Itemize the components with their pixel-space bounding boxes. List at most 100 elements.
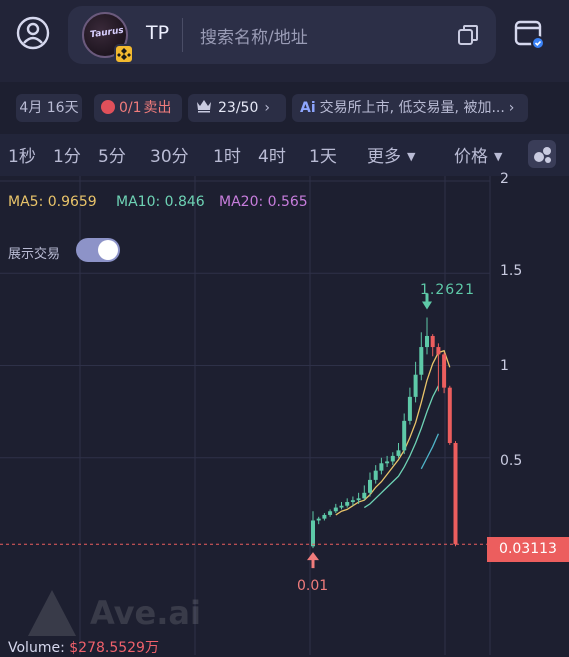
timeframe-1d[interactable]: 1天 — [309, 142, 337, 167]
candle — [339, 502, 344, 510]
candle — [328, 509, 333, 517]
candles — [311, 317, 458, 549]
candle-body — [316, 518, 321, 521]
search-input[interactable]: 搜索名称/地址 — [200, 23, 308, 48]
price-label: 价格 — [454, 147, 488, 167]
user-icon[interactable] — [16, 16, 50, 50]
sell-label: 卖出 — [143, 100, 172, 116]
chart-grid — [0, 176, 491, 655]
timeframe-bar: 1秒 1分 5分 30分 1时 4时 1天 更多 ▼ 价格 ▼ — [0, 134, 569, 176]
ma5-indicator: MA5: 0.9659 — [8, 194, 97, 210]
candle-body — [311, 520, 315, 547]
ai-summary-pill[interactable]: Ai 交易所上市, 低交易量, 被加... › — [292, 94, 528, 122]
token-age-pill[interactable]: 4月 16天 — [16, 94, 82, 122]
sell-count: 0/1 — [119, 100, 142, 116]
timeframe-5m[interactable]: 5分 — [98, 142, 126, 167]
candle-body — [442, 354, 447, 388]
search-box[interactable]: Taurus TP 搜索名称/地址 — [68, 6, 496, 64]
money-bag-icon — [101, 100, 115, 114]
volume-label: Volume: — [8, 640, 70, 656]
ma10-line — [363, 385, 439, 509]
candle — [373, 465, 378, 484]
candle-body — [328, 511, 333, 515]
candle-body — [345, 502, 350, 506]
current-price-tag: 0.03113 — [487, 537, 569, 562]
candle — [419, 332, 424, 381]
y-tick-label: 1 — [500, 358, 509, 374]
y-tick-label: 0.5 — [500, 453, 523, 469]
candle-body — [362, 492, 367, 499]
candle — [436, 343, 441, 392]
candle-body — [322, 514, 327, 519]
token-logo: Taurus — [82, 12, 134, 64]
candle-body — [407, 396, 412, 421]
more-label: 更多 — [367, 147, 401, 167]
token-logo-text: Taurus — [89, 25, 125, 41]
show-trades-label: 展示交易 — [8, 247, 61, 262]
y-tick-label: 2 — [500, 171, 509, 187]
candle — [413, 361, 418, 403]
candle-body — [390, 455, 395, 462]
wallet-icon[interactable] — [514, 18, 546, 50]
caret-down-icon: ▼ — [407, 150, 416, 163]
ai-summary-text: 交易所上市, 低交易量, 被加... — [319, 100, 505, 116]
candle — [379, 457, 384, 475]
ma20-indicator: MA20: 0.565 — [219, 194, 308, 210]
candle — [316, 516, 321, 525]
candle-body — [419, 347, 424, 375]
candle-body — [436, 347, 441, 355]
candle — [396, 442, 401, 458]
candle-body — [396, 450, 401, 456]
ave-logo-icon — [28, 590, 76, 636]
show-trades-toggle[interactable] — [76, 238, 120, 262]
candle — [425, 317, 429, 355]
copy-icon[interactable] — [456, 23, 480, 47]
toggle-knob — [98, 240, 118, 260]
sell-status-pill[interactable]: 0/1 卖出 — [94, 94, 182, 122]
candle-body — [385, 461, 390, 464]
divider — [182, 18, 183, 52]
volume-readout: Volume: $278.5529万 — [8, 637, 159, 657]
candle — [442, 352, 447, 394]
token-symbol: TP — [146, 22, 170, 44]
ma10-indicator: MA10: 0.846 — [116, 194, 205, 210]
timeframe-30m[interactable]: 30分 — [150, 142, 189, 167]
more-timeframes-button[interactable]: 更多 ▼ — [367, 142, 415, 167]
candle-body — [350, 500, 355, 503]
candle — [453, 441, 458, 547]
candle-body — [413, 374, 418, 397]
candle-body — [425, 335, 429, 348]
candle-body — [373, 470, 378, 480]
header-bar: Taurus TP 搜索名称/地址 — [0, 0, 569, 82]
moving-average-lines — [335, 349, 451, 516]
candle — [390, 452, 395, 466]
timeframe-1h[interactable]: 1时 — [213, 142, 241, 167]
candle — [333, 503, 338, 514]
candle — [407, 387, 412, 425]
ma20-line — [420, 433, 439, 470]
candle — [447, 385, 452, 445]
bnb-chain-icon — [114, 44, 134, 64]
candle — [402, 413, 407, 455]
volume-value: $278.5529万 — [69, 640, 159, 656]
candle-body — [402, 420, 407, 451]
holders-pill[interactable]: 23/50 › — [188, 94, 286, 122]
candle-body — [453, 442, 458, 545]
candle-body — [447, 387, 452, 443]
candle-body — [368, 479, 372, 493]
price-markers — [0, 293, 487, 569]
candle — [322, 513, 327, 521]
caret-down-icon: ▼ — [494, 150, 503, 163]
holders-count: 23/50 — [218, 100, 259, 116]
chevron-right-icon: › — [264, 100, 270, 116]
chart-settings-button[interactable] — [528, 140, 556, 168]
candle-body — [430, 335, 435, 348]
high-price-label: 1.2621 — [420, 282, 475, 298]
crown-icon — [197, 100, 211, 113]
price-mode-button[interactable]: 价格 ▼ — [454, 142, 502, 167]
low-price-label: 0.01 — [297, 578, 329, 594]
timeframe-1m[interactable]: 1分 — [53, 142, 81, 167]
timeframe-4h[interactable]: 4时 — [258, 142, 286, 167]
candle-body — [333, 507, 338, 512]
timeframe-1s[interactable]: 1秒 — [8, 142, 36, 167]
